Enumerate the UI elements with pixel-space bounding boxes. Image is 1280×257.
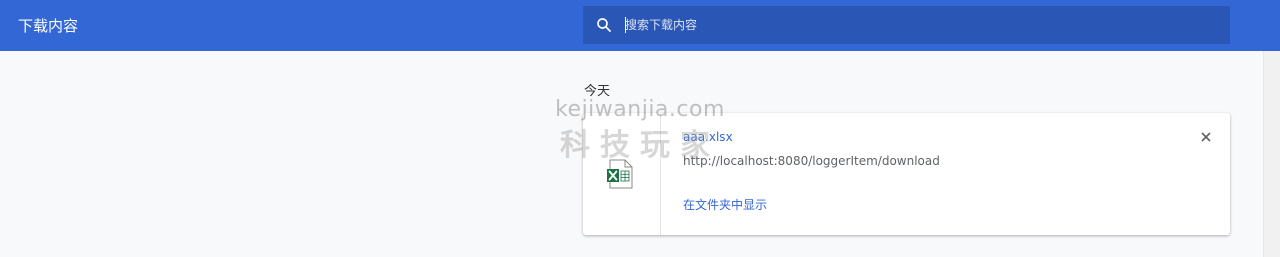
file-icon-area xyxy=(583,113,661,235)
excel-file-icon xyxy=(607,159,633,189)
downloads-toolbar: 下载内容 xyxy=(0,0,1280,51)
date-header: 今天 xyxy=(584,84,611,99)
page-title: 下载内容 xyxy=(18,17,79,35)
show-in-folder-link[interactable]: 在文件夹中显示 xyxy=(683,196,767,213)
search-input[interactable] xyxy=(625,14,1205,36)
download-item-card: aaa.xlsx http://localhost:8080/loggerIte… xyxy=(583,113,1230,235)
close-icon[interactable] xyxy=(1196,127,1216,147)
file-name-link[interactable]: aaa.xlsx xyxy=(683,130,733,144)
file-source-url: http://localhost:8080/loggerItem/downloa… xyxy=(683,154,940,168)
search-icon xyxy=(597,18,611,32)
search-box[interactable] xyxy=(583,6,1230,44)
text-caret xyxy=(625,17,626,33)
vertical-scrollbar[interactable] xyxy=(1263,51,1280,257)
